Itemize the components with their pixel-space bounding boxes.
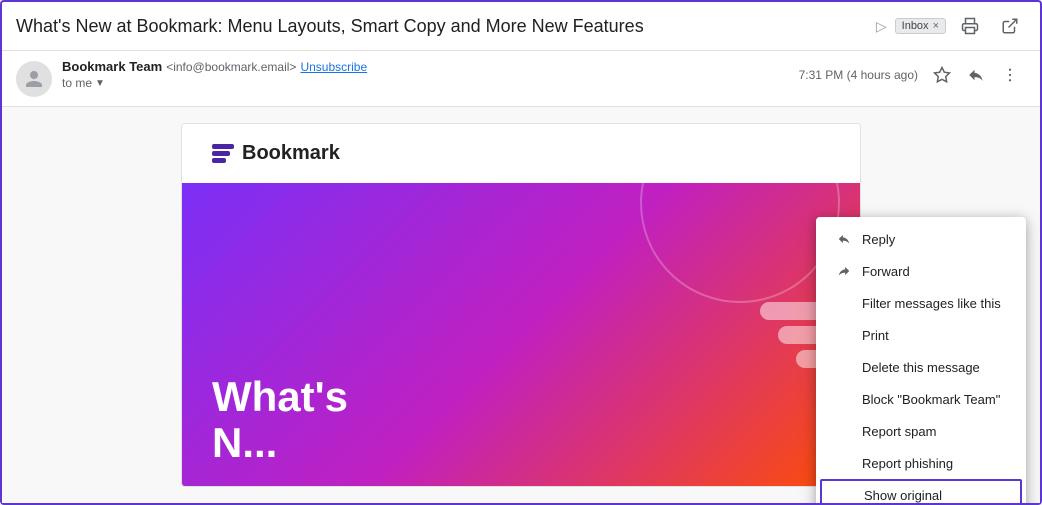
reply-icon [836, 231, 852, 247]
unsubscribe-link[interactable]: Unsubscribe [300, 60, 367, 74]
subject-arrow-icon: ▷ [876, 18, 887, 35]
bookmark-icon [212, 144, 234, 163]
action-icons [926, 59, 1026, 91]
sender-name-row: Bookmark Team <info@bookmark.email> Unsu… [62, 59, 789, 74]
open-in-new-button[interactable] [994, 10, 1026, 42]
menu-item-spam[interactable]: Report spam [816, 415, 1026, 447]
menu-item-print[interactable]: Print [816, 319, 1026, 351]
banner-text: What's N... [212, 374, 348, 466]
menu-label-print: Print [862, 328, 889, 343]
menu-item-show-original[interactable]: Show original [820, 479, 1022, 503]
menu-label-spam: Report spam [862, 424, 936, 439]
email-content-card: Bookmark What's N... [181, 123, 861, 487]
subject-title: What's New at Bookmark: Menu Layouts, Sm… [16, 16, 868, 37]
bookmark-logo: Bookmark [212, 142, 340, 165]
inbox-label: Inbox [902, 20, 929, 32]
menu-item-block[interactable]: Block "Bookmark Team" [816, 383, 1026, 415]
menu-item-forward[interactable]: Forward [816, 255, 1026, 287]
sender-to: to me ▼ [62, 76, 789, 90]
star-button[interactable] [926, 59, 958, 91]
delete-spacer [836, 359, 852, 375]
print-menu-spacer [836, 327, 852, 343]
sender-email: <info@bookmark.email> [166, 60, 296, 74]
email-banner: What's N... [182, 183, 860, 486]
banner-line2: N... [212, 420, 348, 466]
sender-name: Bookmark Team [62, 59, 162, 74]
banner-line1: What's [212, 374, 348, 420]
subject-bar: What's New at Bookmark: Menu Layouts, Sm… [2, 2, 1040, 51]
show-original-spacer [838, 487, 854, 503]
spam-spacer [836, 423, 852, 439]
more-options-button[interactable] [994, 59, 1026, 91]
menu-label-forward: Forward [862, 264, 910, 279]
sender-to-text: to me [62, 76, 92, 90]
to-dropdown-icon[interactable]: ▼ [95, 78, 105, 89]
forward-icon [836, 263, 852, 279]
phishing-spacer [836, 455, 852, 471]
menu-item-filter[interactable]: Filter messages like this [816, 287, 1026, 319]
email-time-row: 7:31 PM (4 hours ago) [799, 59, 1026, 91]
menu-item-phishing[interactable]: Report phishing [816, 447, 1026, 479]
menu-label-phishing: Report phishing [862, 456, 953, 471]
menu-item-delete[interactable]: Delete this message [816, 351, 1026, 383]
menu-label-reply: Reply [862, 232, 895, 247]
dropdown-menu: Reply Forward Filter messages like this … [816, 217, 1026, 503]
block-spacer [836, 391, 852, 407]
menu-label-delete: Delete this message [862, 360, 980, 375]
inbox-tag: Inbox × [895, 18, 946, 34]
avatar [16, 61, 52, 97]
subject-actions [954, 10, 1026, 42]
menu-label-show-original: Show original [864, 488, 942, 503]
inbox-badge: Inbox × [895, 18, 946, 34]
email-body: Bookmark What's N... [2, 107, 1040, 503]
menu-label-filter: Filter messages like this [862, 296, 1001, 311]
menu-label-block: Block "Bookmark Team" [862, 392, 1000, 407]
sender-row: Bookmark Team <info@bookmark.email> Unsu… [2, 51, 1040, 107]
banner-curve-decoration [640, 183, 840, 303]
email-container: What's New at Bookmark: Menu Layouts, Sm… [0, 0, 1042, 505]
bookmark-logo-text: Bookmark [242, 142, 340, 165]
print-button[interactable] [954, 10, 986, 42]
menu-item-reply[interactable]: Reply [816, 223, 1026, 255]
email-top-white: Bookmark [182, 124, 860, 183]
filter-spacer [836, 295, 852, 311]
reply-button[interactable] [960, 59, 992, 91]
email-time: 7:31 PM (4 hours ago) [799, 68, 918, 82]
sender-info: Bookmark Team <info@bookmark.email> Unsu… [62, 59, 789, 90]
inbox-close-icon[interactable]: × [933, 20, 939, 32]
